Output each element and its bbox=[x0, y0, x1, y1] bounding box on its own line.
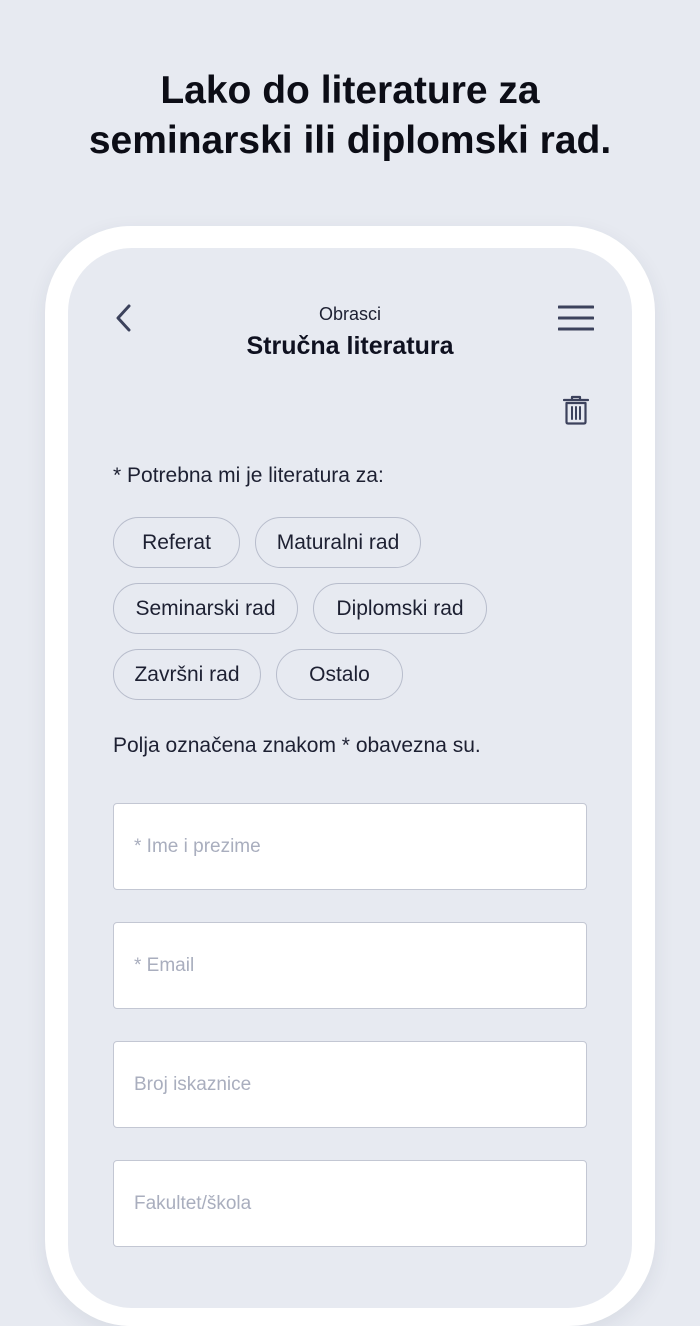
required-fields-note: Polja označena znakom * obavezna su. bbox=[113, 734, 481, 757]
question-label: * Potrebna mi je literatura za: bbox=[113, 464, 384, 487]
literature-type-options: Referat Maturalni rad Seminarski rad Dip… bbox=[113, 517, 593, 715]
menu-button[interactable] bbox=[554, 298, 598, 338]
nav-supertitle: Obrasci bbox=[318, 304, 381, 324]
hamburger-menu-icon bbox=[558, 305, 594, 331]
phone-screen: Obrasci Stručna literatura * Potrebna mi… bbox=[68, 248, 632, 1308]
name-input[interactable] bbox=[113, 803, 587, 890]
trash-icon bbox=[563, 395, 589, 425]
option-diplomski-rad[interactable]: Diplomski rad bbox=[313, 583, 487, 634]
option-maturalni-rad[interactable]: Maturalni rad bbox=[255, 517, 421, 568]
chip-row: Seminarski rad Diplomski rad bbox=[113, 583, 593, 634]
headline: Lako do literature za seminarski ili dip… bbox=[0, 66, 700, 166]
card-number-input[interactable] bbox=[113, 1041, 587, 1128]
option-ostalo[interactable]: Ostalo bbox=[276, 649, 403, 700]
headline-line-2: seminarski ili diplomski rad. bbox=[88, 119, 612, 162]
email-input[interactable] bbox=[113, 922, 587, 1009]
chip-row: Završni rad Ostalo bbox=[113, 649, 593, 700]
headline-line-1: Lako do literature za bbox=[160, 69, 540, 112]
option-zavrsni-rad[interactable]: Završni rad bbox=[113, 649, 261, 700]
delete-button[interactable] bbox=[556, 390, 596, 430]
option-referat[interactable]: Referat bbox=[113, 517, 240, 568]
faculty-input[interactable] bbox=[113, 1160, 587, 1247]
chip-row: Referat Maturalni rad bbox=[113, 517, 593, 568]
option-seminarski-rad[interactable]: Seminarski rad bbox=[113, 583, 298, 634]
page-title: Stručna literatura bbox=[246, 332, 454, 360]
